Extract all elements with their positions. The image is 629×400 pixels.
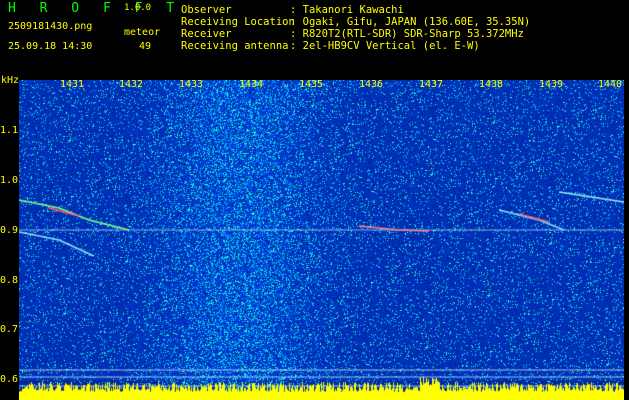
x-tick-label: 1432 <box>119 79 144 90</box>
y-tick-label: 1.1 <box>0 125 19 136</box>
x-tick-label: 1434 <box>239 79 264 90</box>
app-title: H R O F F T <box>8 1 183 16</box>
meta-key-antenna: Receiving antenna <box>181 40 289 52</box>
meta-value-observer: : Takanori Kawachi <box>290 4 404 16</box>
x-tick-label: 1431 <box>60 79 85 90</box>
x-tick-label: 1439 <box>539 79 564 90</box>
x-tick-label: 1435 <box>299 79 324 90</box>
meta-value-location: : Ogaki, Gifu, JAPAN (136.60E, 35.35N) <box>290 16 531 28</box>
y-tick-label: 0.8 <box>0 275 19 286</box>
x-tick-label: 1440 <box>598 79 623 90</box>
file-name: 2509181430.png <box>8 21 93 32</box>
meteor-label: meteor <box>124 27 161 38</box>
x-tick-label: 1437 <box>419 79 444 90</box>
meta-key-receiver: Receiver <box>181 28 232 40</box>
meta-key-location: Receiving Location <box>181 16 295 28</box>
y-axis-unit: kHz <box>1 75 20 86</box>
meta-key-observer: Observer <box>181 4 232 16</box>
spectrogram-plot <box>19 80 624 400</box>
x-tick-label: 1433 <box>179 79 204 90</box>
y-tick-label: 0.7 <box>0 324 19 335</box>
x-tick-label: 1438 <box>479 79 504 90</box>
meta-value-receiver: : R820T2(RTL-SDR) SDR-Sharp 53.372MHz <box>290 28 524 40</box>
y-tick-label: 0.6 <box>0 374 19 385</box>
app-version: 1.0.0 <box>124 3 152 13</box>
meta-value-antenna: : 2el-HB9CV Vertical (el. E-W) <box>290 40 480 52</box>
capture-datetime: 25.09.18 14:30 <box>8 41 93 52</box>
y-tick-label: 1.0 <box>0 175 19 186</box>
meteor-count: 49 <box>139 41 152 52</box>
y-tick-label: 0.9 <box>0 225 19 236</box>
x-tick-label: 1436 <box>359 79 384 90</box>
